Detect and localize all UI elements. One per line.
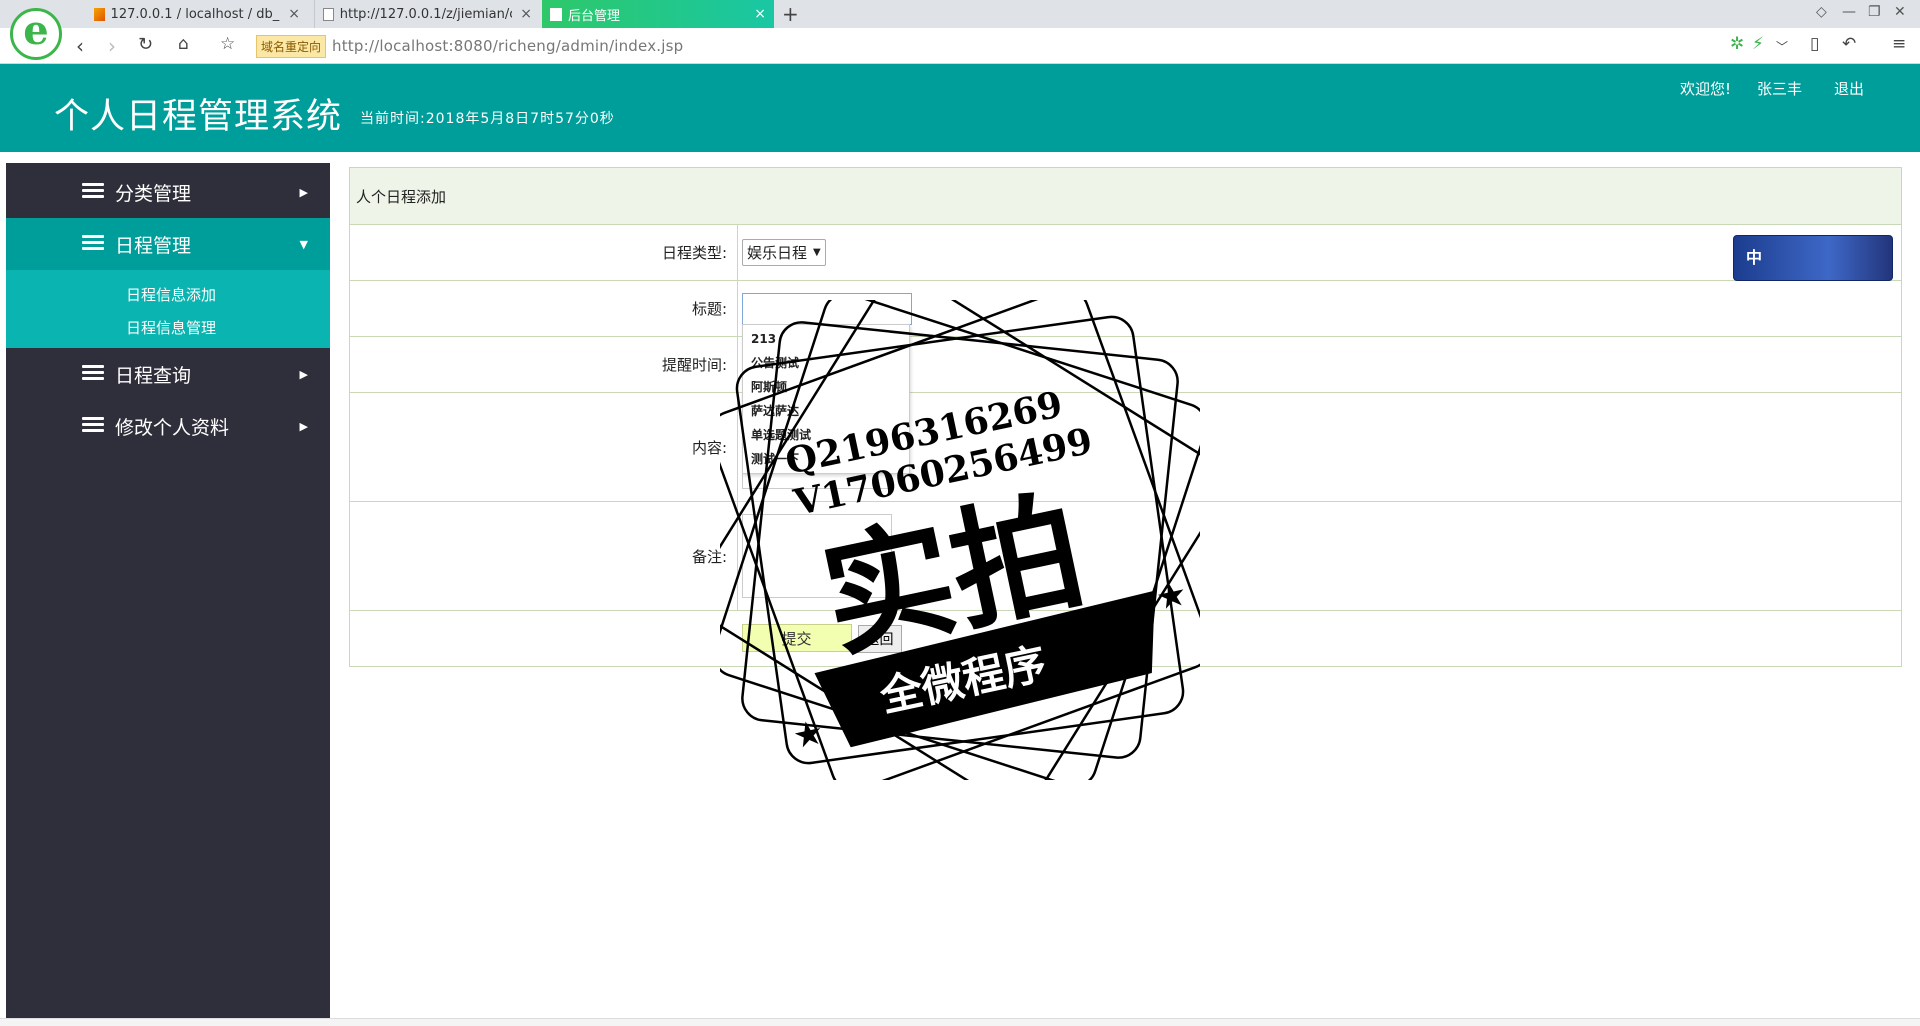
title-label: 标题: bbox=[349, 280, 738, 337]
menu-icon[interactable]: ≡ bbox=[1892, 34, 1906, 54]
star-icon: ★ bbox=[789, 712, 827, 757]
tab-phpmyadmin[interactable]: 127.0.0.1 / localhost / db_rich × bbox=[86, 0, 308, 28]
stack-icon bbox=[82, 365, 104, 381]
speed-icon[interactable]: ⚡ bbox=[1752, 34, 1764, 54]
sidebar-item-label: 日程管理 bbox=[115, 234, 192, 257]
tab-title: 后台管理 bbox=[568, 8, 621, 24]
undo-icon[interactable]: ↶ bbox=[1842, 34, 1856, 54]
ime-badge-label: 中 bbox=[1746, 248, 1763, 267]
note-label: 备注: bbox=[349, 501, 738, 611]
type-select-value: 娱乐日程 bbox=[747, 244, 808, 262]
list-item[interactable]: 测试一下 bbox=[751, 447, 901, 471]
sidebar-subitem-manage[interactable]: 日程信息管理 bbox=[6, 312, 330, 345]
minimize-icon[interactable]: — bbox=[1842, 4, 1856, 20]
skin-icon[interactable]: ◇ bbox=[1816, 4, 1827, 20]
back-button[interactable]: 返回 bbox=[857, 624, 902, 653]
content-label: 内容: bbox=[349, 392, 738, 502]
sidebar-submenu: 日程信息添加 日程信息管理 bbox=[6, 270, 330, 348]
sidebar-subitem-add[interactable]: 日程信息添加 bbox=[6, 279, 330, 312]
tab-jiemian[interactable]: http://127.0.0.1/z/jiemian/crea × bbox=[314, 0, 540, 28]
chevron-down-icon[interactable]: ﹀ bbox=[1776, 38, 1788, 55]
browser-navbar: ‹ › ↻ ⌂ ☆ 域名重定向 http://localhost:8080/ri… bbox=[0, 28, 1920, 64]
ime-badge[interactable]: 中 bbox=[1733, 235, 1893, 281]
browser-logo-icon: e bbox=[10, 8, 62, 60]
list-item[interactable]: 单选题测试 bbox=[751, 423, 901, 447]
list-item[interactable]: 阿斯顿 bbox=[751, 375, 901, 399]
sidebar-item-label: 分类管理 bbox=[115, 182, 192, 205]
new-tab-button[interactable]: + bbox=[782, 2, 799, 26]
remind-field[interactable] bbox=[738, 337, 1902, 393]
tab-title: 127.0.0.1 / localhost / db_rich bbox=[110, 6, 281, 22]
security-icon[interactable]: ✲ bbox=[1730, 34, 1744, 54]
tab-admin-active[interactable]: 后台管理 × bbox=[542, 0, 774, 28]
list-item[interactable]: 213 bbox=[751, 327, 901, 351]
chevron-right-icon: ▶ bbox=[299, 367, 308, 381]
sidebar-item-category[interactable]: 分类管理 ▶ bbox=[6, 166, 330, 218]
caret-down-icon: ▼ bbox=[813, 247, 821, 258]
restore-icon[interactable]: ❐ bbox=[1868, 4, 1881, 20]
status-bar bbox=[0, 1018, 1920, 1026]
bookmark-icon[interactable]: ▯ bbox=[1810, 34, 1819, 54]
chevron-right-icon: ▶ bbox=[299, 419, 308, 433]
sidebar-item-profile[interactable]: 修改个人资料 ▶ bbox=[6, 400, 330, 452]
phpmyadmin-icon bbox=[94, 7, 105, 21]
title-input[interactable] bbox=[742, 292, 912, 325]
autocomplete-list: 213 公告测试 阿斯顿 萨达萨达 单选题测试 测试一下 bbox=[742, 324, 910, 474]
close-icon[interactable]: × bbox=[288, 6, 300, 22]
submit-button[interactable]: 提交 bbox=[741, 624, 852, 653]
stack-icon bbox=[82, 235, 104, 251]
star-icon[interactable]: ☆ bbox=[220, 34, 235, 54]
close-icon[interactable]: × bbox=[754, 6, 766, 22]
stack-icon bbox=[82, 417, 104, 433]
note-textarea[interactable] bbox=[742, 514, 892, 598]
chevron-down-icon: ▼ bbox=[299, 237, 308, 251]
browser-tabbar: 127.0.0.1 / localhost / db_rich × http:/… bbox=[0, 0, 1920, 28]
list-item[interactable]: 公告测试 bbox=[751, 351, 901, 375]
current-time: 当前时间:2018年5月8日7时57分0秒 bbox=[360, 111, 615, 127]
type-label: 日程类型: bbox=[349, 224, 738, 281]
remind-label: 提醒时间: bbox=[349, 336, 738, 393]
logout-link[interactable]: 退出 bbox=[1834, 78, 1864, 99]
buttons-spacer bbox=[350, 611, 738, 667]
chevron-right-icon: ▶ bbox=[299, 185, 308, 199]
sidebar-item-schedule[interactable]: 日程管理 ▼ bbox=[6, 218, 330, 270]
home-icon[interactable]: ⌂ bbox=[178, 34, 189, 54]
schedule-form: 人个日程添加 日程类型: 娱乐日程 ▼ 中 标题: 提醒时间: 内容: 备注: … bbox=[349, 167, 1902, 667]
sidebar-item-query[interactable]: 日程查询 ▶ bbox=[6, 348, 330, 400]
username-link[interactable]: 张三丰 bbox=[1757, 78, 1802, 99]
type-select[interactable]: 娱乐日程 ▼ bbox=[742, 239, 826, 266]
reload-icon[interactable]: ↻ bbox=[138, 34, 153, 55]
app-header: 个人日程管理系统 当前时间:2018年5月8日7时57分0秒 欢迎您! 张三丰 … bbox=[0, 64, 1920, 152]
forward-icon[interactable]: › bbox=[108, 34, 116, 58]
tab-title: http://127.0.0.1/z/jiemian/crea bbox=[339, 6, 513, 22]
sidebar-item-label: 修改个人资料 bbox=[115, 416, 230, 439]
back-icon[interactable]: ‹ bbox=[76, 34, 84, 58]
url-text[interactable]: http://localhost:8080/richeng/admin/inde… bbox=[332, 37, 683, 55]
page-title: 个人日程管理系统 bbox=[54, 97, 343, 137]
close-icon[interactable]: × bbox=[520, 6, 532, 22]
stack-icon bbox=[82, 183, 104, 199]
list-item[interactable]: 萨达萨达 bbox=[751, 399, 901, 423]
redirect-badge: 域名重定向 bbox=[256, 34, 327, 58]
welcome-text: 欢迎您! bbox=[1680, 80, 1732, 98]
form-heading: 人个日程添加 bbox=[356, 187, 447, 206]
sidebar: 分类管理 ▶ 日程管理 ▼ 日程信息添加 日程信息管理 日程查询 ▶ 修改个人资… bbox=[6, 163, 330, 1018]
page-icon bbox=[323, 7, 334, 21]
main-content: 人个日程添加 日程类型: 娱乐日程 ▼ 中 标题: 提醒时间: 内容: 备注: … bbox=[349, 167, 1902, 667]
page-icon bbox=[550, 7, 562, 21]
window-close-icon[interactable]: ✕ bbox=[1894, 4, 1906, 20]
address-bar[interactable]: 域名重定向 http://localhost:8080/richeng/admi… bbox=[256, 34, 683, 58]
sidebar-item-label: 日程查询 bbox=[115, 364, 192, 387]
